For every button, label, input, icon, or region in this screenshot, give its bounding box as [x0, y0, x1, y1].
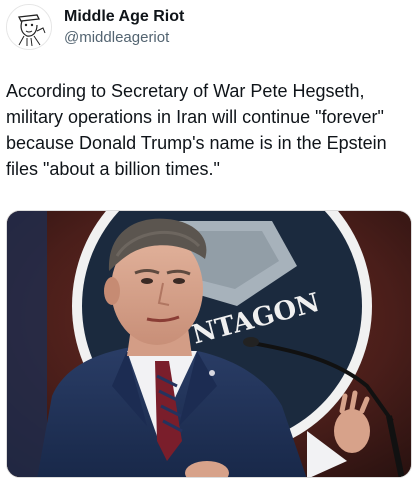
avatar[interactable]: [6, 4, 52, 50]
post-card: Middle Age Riot @middleageriot According…: [0, 0, 420, 483]
author-names: Middle Age Riot @middleageriot: [64, 8, 184, 46]
author-handle[interactable]: @middleageriot: [64, 29, 184, 46]
post-media-photo[interactable]: NTAGON: [6, 210, 412, 478]
press-conference-photo-icon: NTAGON: [7, 211, 411, 477]
post-text: According to Secretary of War Pete Hegse…: [6, 81, 387, 179]
sketch-portrait-avatar-icon: [7, 5, 51, 49]
post-header: Middle Age Riot @middleageriot: [6, 4, 184, 50]
author-display-name[interactable]: Middle Age Riot: [64, 8, 184, 26]
